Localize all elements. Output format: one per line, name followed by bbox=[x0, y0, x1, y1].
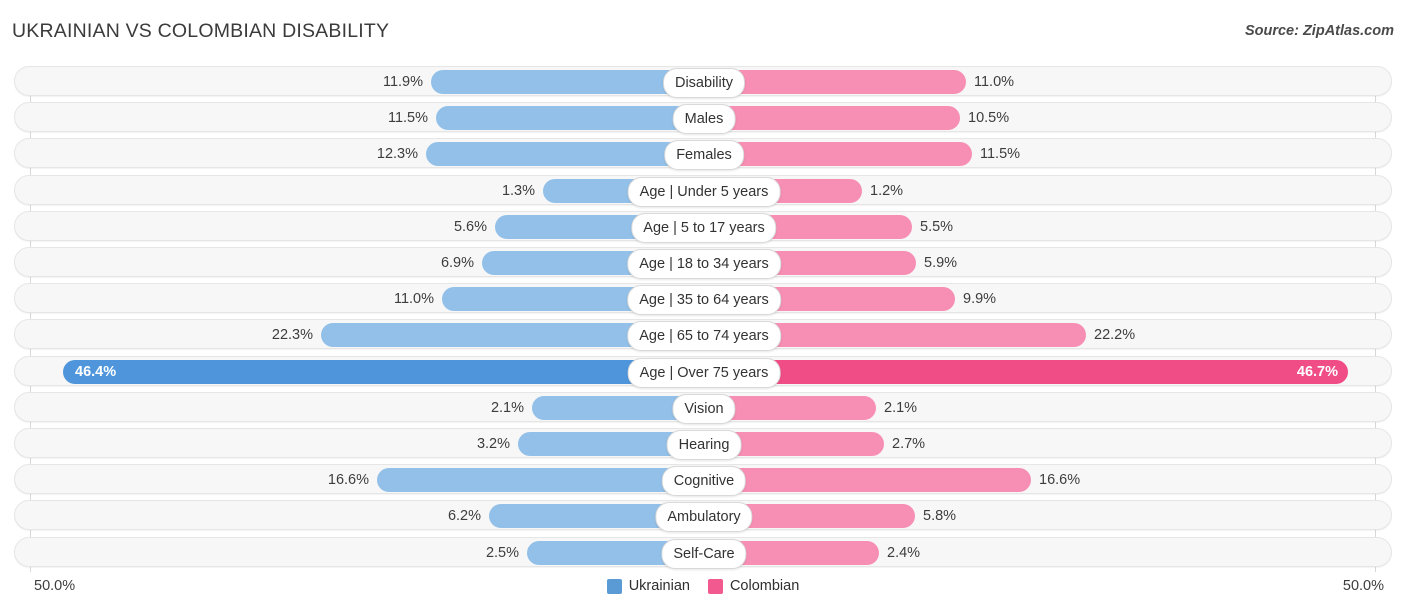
value-label-ukrainian: 22.3% bbox=[271, 327, 313, 344]
table-row[interactable]: 11.9% 11.0% Disability bbox=[14, 66, 1392, 98]
chart-footer: 50.0% 50.0% Ukrainian Colombian bbox=[0, 572, 1406, 612]
legend-label-ukrainian: Ukrainian bbox=[628, 578, 690, 594]
table-row[interactable]: 2.1% 2.1% Vision bbox=[14, 391, 1392, 424]
chart-legend: Ukrainian Colombian bbox=[0, 578, 1406, 594]
chart-header: UKRAINIAN VS COLOMBIAN DISABILITY Source… bbox=[0, 0, 1406, 60]
value-label-colombian: 11.0% bbox=[974, 74, 1015, 90]
value-label-colombian: 5.9% bbox=[924, 255, 958, 271]
category-label[interactable]: Cognitive bbox=[661, 466, 747, 497]
category-label[interactable]: Self-Care bbox=[661, 538, 747, 569]
table-row[interactable]: 16.6% 16.6% Cognitive bbox=[14, 464, 1392, 497]
category-label[interactable]: Age | 35 to 64 years bbox=[627, 285, 781, 316]
bar-ukrainian[interactable] bbox=[377, 468, 704, 493]
legend-swatch-colombian bbox=[707, 578, 723, 594]
value-label-colombian: 11.5% bbox=[980, 146, 1021, 163]
value-label-ukrainian: 2.5% bbox=[485, 544, 519, 561]
bar-ukrainian[interactable] bbox=[63, 359, 704, 384]
value-label-ukrainian: 1.3% bbox=[501, 182, 535, 199]
bar-colombian[interactable] bbox=[704, 359, 1348, 384]
value-label-colombian: 2.1% bbox=[884, 399, 918, 416]
table-row[interactable]: 6.9% 5.9% Age | 18 to 34 years bbox=[14, 247, 1392, 279]
page-title: UKRAINIAN VS COLOMBIAN DISABILITY bbox=[12, 20, 390, 42]
legend-swatch-ukrainian bbox=[606, 578, 622, 594]
table-row[interactable]: 3.2% 2.7% Hearing bbox=[14, 428, 1392, 460]
value-label-ukrainian: 11.0% bbox=[393, 291, 434, 308]
table-row[interactable]: 6.2% 5.8% Ambulatory bbox=[14, 500, 1392, 533]
category-label[interactable]: Females bbox=[664, 140, 744, 171]
value-label-colombian: 16.6% bbox=[1039, 472, 1081, 489]
chart-plot-area: 11.9% 11.0% Disability 11.5% 10.5% Males 12.3%… bbox=[0, 62, 1406, 572]
table-row[interactable]: 1.3% 1.2% Age | Under 5 years bbox=[14, 174, 1392, 207]
value-label-colombian: 46.7% bbox=[1296, 363, 1338, 380]
legend-label-colombian: Colombian bbox=[729, 578, 800, 594]
category-label[interactable]: Age | Over 75 years bbox=[627, 357, 781, 388]
table-row[interactable]: 11.5% 10.5% Males bbox=[14, 102, 1392, 135]
value-label-colombian: 1.2% bbox=[870, 182, 904, 199]
category-label[interactable]: Hearing bbox=[666, 430, 742, 460]
table-row[interactable]: 46.4% 46.7% Age | Over 75 years bbox=[14, 355, 1392, 388]
bar-colombian[interactable] bbox=[704, 468, 1031, 493]
value-label-colombian: 5.5% bbox=[920, 218, 954, 235]
category-label[interactable]: Age | Under 5 years bbox=[627, 176, 781, 207]
bar-colombian[interactable] bbox=[704, 142, 972, 167]
value-label-ukrainian: 6.2% bbox=[447, 508, 481, 525]
category-label[interactable]: Ambulatory bbox=[655, 502, 753, 533]
value-label-ukrainian: 2.1% bbox=[490, 399, 524, 416]
value-label-colombian: 5.8% bbox=[923, 508, 957, 525]
category-label[interactable]: Age | 65 to 74 years bbox=[627, 321, 781, 352]
value-label-colombian: 9.9% bbox=[963, 291, 997, 308]
bar-colombian[interactable] bbox=[704, 106, 960, 131]
value-label-ukrainian: 3.2% bbox=[476, 436, 510, 452]
legend-item-colombian[interactable]: Colombian bbox=[707, 578, 800, 594]
value-label-ukrainian: 6.9% bbox=[440, 255, 474, 271]
table-row[interactable]: 5.6% 5.5% Age | 5 to 17 years bbox=[14, 210, 1392, 243]
source-label: Source: ZipAtlas.com bbox=[1244, 23, 1394, 39]
bar-ukrainian[interactable] bbox=[436, 106, 704, 131]
value-label-colombian: 2.4% bbox=[887, 544, 921, 561]
value-label-ukrainian: 11.5% bbox=[387, 110, 428, 127]
table-row[interactable]: 11.0% 9.9% Age | 35 to 64 years bbox=[14, 283, 1392, 316]
category-label[interactable]: Disability bbox=[662, 68, 746, 98]
value-label-ukrainian: 12.3% bbox=[376, 146, 418, 163]
table-row[interactable]: 12.3% 11.5% Females bbox=[14, 138, 1392, 171]
category-label[interactable]: Age | 18 to 34 years bbox=[627, 249, 781, 279]
value-label-ukrainian: 5.6% bbox=[453, 218, 487, 235]
category-label[interactable]: Age | 5 to 17 years bbox=[631, 212, 777, 243]
bar-ukrainian[interactable] bbox=[426, 142, 704, 167]
value-label-colombian: 22.2% bbox=[1094, 327, 1136, 344]
value-label-colombian: 10.5% bbox=[968, 110, 1010, 127]
table-row[interactable]: 2.5% 2.4% Self-Care bbox=[14, 536, 1392, 569]
category-label[interactable]: Vision bbox=[672, 393, 736, 424]
table-row[interactable]: 22.3% 22.2% Age | 65 to 74 years bbox=[14, 319, 1392, 352]
category-label[interactable]: Males bbox=[672, 104, 736, 135]
value-label-ukrainian: 11.9% bbox=[382, 74, 423, 90]
value-label-ukrainian: 16.6% bbox=[327, 472, 369, 489]
value-label-ukrainian: 46.4% bbox=[75, 363, 117, 380]
value-label-colombian: 2.7% bbox=[892, 436, 926, 452]
legend-item-ukrainian[interactable]: Ukrainian bbox=[606, 578, 690, 594]
